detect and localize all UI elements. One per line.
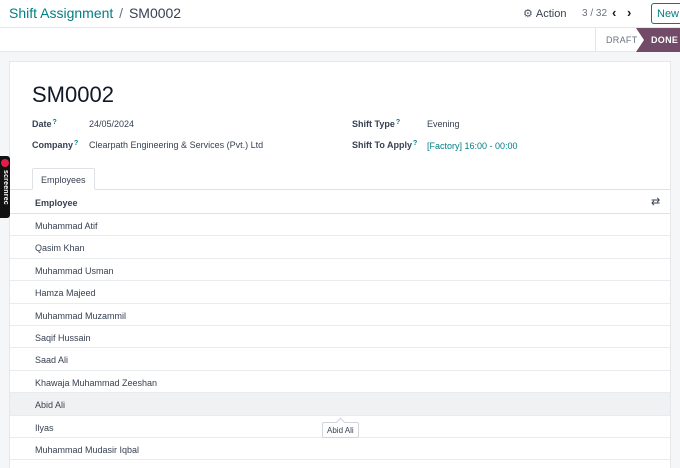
pager-counter[interactable]: 3 / 32 — [582, 8, 607, 19]
column-header-employee[interactable]: Employee — [35, 198, 78, 208]
action-button[interactable]: ⚙ Action — [523, 7, 567, 21]
new-button[interactable]: New — [651, 3, 680, 24]
employee-cell: Abid Ali — [35, 400, 66, 411]
shift-type-label: Shift Type? — [352, 119, 400, 129]
table-row[interactable]: Hamza Majeed — [10, 281, 670, 304]
action-label: Action — [535, 7, 567, 20]
shift-apply-label: Shift To Apply? — [352, 140, 417, 150]
chevron-right-icon[interactable]: › — [627, 5, 631, 20]
company-label-text: Company — [32, 140, 74, 150]
status-done[interactable]: DONE — [636, 28, 680, 52]
table-row[interactable]: Muhammad Mudasir Iqbal — [10, 438, 670, 461]
employee-cell: Ilyas — [35, 422, 54, 433]
employee-cell: Muhammad Mudasir Iqbal — [35, 444, 140, 455]
breadcrumb: Shift Assignment / SM0002 — [9, 5, 181, 21]
shift-type-value[interactable]: Evening — [427, 119, 460, 129]
record-dot-icon — [1, 159, 9, 167]
employee-cell: Qasim Khan — [35, 243, 85, 254]
breadcrumb-parent-link[interactable]: Shift Assignment — [9, 5, 113, 21]
form-sheet: SM0002 Date? 24/05/2024 Company? Clearpa… — [9, 61, 671, 468]
date-help-icon[interactable]: ? — [53, 119, 57, 126]
breadcrumb-separator: / — [119, 5, 124, 21]
tab-employees[interactable]: Employees — [32, 168, 95, 190]
employee-cell: Muhammad Atif — [35, 221, 98, 231]
status-draft[interactable]: DRAFT — [595, 28, 641, 52]
table-row[interactable]: Qasim Khan — [10, 236, 670, 259]
employee-cell: Saqif Hussain — [35, 332, 91, 343]
table-row[interactable]: Muhammad Muzammil — [10, 304, 670, 326]
control-panel: Shift Assignment / SM0002 ⚙ Action 3 / 3… — [0, 0, 680, 28]
date-label: Date? — [32, 119, 57, 129]
screenrec-badge[interactable]: screenrec — [0, 156, 10, 218]
gear-icon: ⚙ — [523, 8, 533, 20]
table-row[interactable]: Muhammad Atif — [10, 214, 670, 237]
employee-cell: Hamza Majeed — [35, 288, 96, 299]
company-help-icon[interactable]: ? — [74, 140, 78, 147]
employee-cell: Muhammad Usman — [35, 265, 114, 276]
screenrec-label: screenrec — [2, 170, 9, 205]
shift-type-help-icon[interactable]: ? — [396, 119, 400, 126]
employee-cell: Khawaja Muhammad Zeeshan — [35, 377, 158, 388]
shift-apply-value[interactable]: [Factory] 16:00 - 00:00 — [427, 141, 518, 151]
table-row[interactable]: Saqif Hussain — [10, 326, 670, 349]
table-row-hovered[interactable]: Abid Ali — [10, 393, 670, 416]
column-toggle-icon[interactable]: ⇄ — [651, 195, 660, 208]
employees-table-header: Employee ⇄ — [10, 190, 670, 214]
status-bar: DRAFT DONE — [0, 28, 680, 52]
shift-apply-help-icon[interactable]: ? — [413, 140, 417, 147]
company-value[interactable]: Clearpath Engineering & Services (Pvt.) … — [89, 140, 263, 150]
breadcrumb-current: SM0002 — [128, 5, 182, 21]
table-row[interactable]: Khawaja Muhammad Zeeshan — [10, 371, 670, 394]
row-tooltip: Abid Ali — [322, 422, 359, 438]
record-title: SM0002 — [32, 82, 114, 107]
table-row[interactable]: Muhammad Usman — [10, 259, 670, 282]
chevron-left-icon[interactable]: ‹ — [612, 5, 616, 20]
employee-cell: Saad Ali — [35, 355, 69, 366]
date-label-text: Date — [32, 119, 52, 129]
company-label: Company? — [32, 140, 78, 150]
date-value[interactable]: 24/05/2024 — [89, 119, 134, 129]
table-row[interactable]: Saad Ali — [10, 348, 670, 371]
shift-type-label-text: Shift Type — [352, 119, 395, 129]
employee-cell: Muhammad Muzammil — [35, 310, 127, 321]
shift-apply-label-text: Shift To Apply — [352, 140, 412, 150]
